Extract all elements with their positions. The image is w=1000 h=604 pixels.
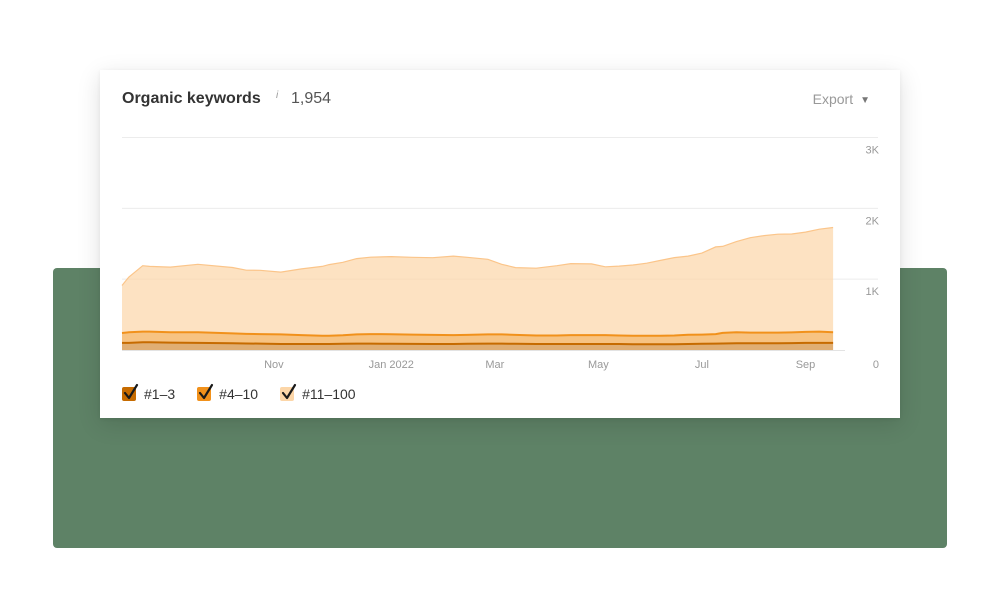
y-tick-label: 3K (866, 145, 880, 157)
chart-areas (121, 226, 834, 350)
legend-item-top10[interactable]: #4–10 (197, 383, 259, 402)
checkmark-icon (123, 383, 139, 400)
y-tick-label: 0 (873, 359, 879, 371)
legend-label-top100: #11–100 (302, 386, 356, 402)
legend-item-top3[interactable]: #1–3 (122, 383, 176, 402)
legend-item-top100[interactable]: #11–100 (280, 383, 356, 402)
checkmark-icon (199, 383, 214, 400)
keywords-area-chart: 0 1K 2K 3K Nov Jan 2022 Mar May Jul Sep (121, 137, 880, 372)
legend-checkbox-top100[interactable] (280, 383, 297, 401)
legend-checkbox-top3[interactable] (122, 383, 139, 401)
x-tick-label: Jan 2022 (369, 359, 414, 371)
y-axis-labels: 0 1K 2K 3K (866, 145, 880, 372)
x-tick-label: May (588, 359, 609, 371)
y-tick-label: 1K (866, 286, 880, 298)
area-series-top100 (122, 227, 834, 336)
legend-label-top3: #1–3 (144, 386, 176, 402)
x-tick-label: Mar (485, 359, 504, 371)
x-tick-label: Sep (796, 359, 816, 371)
chart-legend: #1–3 #4–10 #11–100 (122, 383, 378, 404)
checkmark-icon (281, 383, 297, 400)
y-tick-label: 2K (866, 215, 880, 227)
x-tick-label: Nov (264, 359, 284, 371)
organic-keywords-card: Organic keywords i 1,954 Export ▼ 0 1K 2K 3K… (100, 70, 900, 418)
x-axis-labels: Nov Jan 2022 Mar May Jul Sep (264, 359, 815, 371)
x-tick-label: Jul (695, 359, 709, 371)
legend-checkbox-top10[interactable] (197, 383, 214, 401)
legend-label-top10: #4–10 (219, 386, 259, 402)
